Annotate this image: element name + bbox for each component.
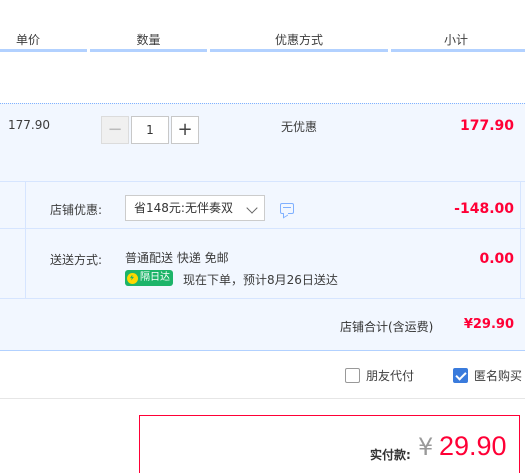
header-quantity: 数量 [90,30,207,52]
chat-bubble-icon[interactable] [280,203,294,214]
increase-quantity-button[interactable]: + [171,116,199,144]
divider [25,182,26,298]
next-day-badge-label: 隔日达 [140,272,170,283]
cart-item-row: 177.90 − 1 + 无优惠 177.90 [0,103,525,181]
divider [0,398,525,399]
divider [520,182,521,298]
shop-discount-amount: -148.00 [454,201,514,217]
decrease-quantity-button[interactable]: − [101,116,129,144]
shipping-label: 送送方式: [50,253,103,267]
header-subtotal: 小计 [391,30,525,52]
payable-label: 实付款: [370,448,411,462]
payment-summary-box: 实付款: ¥ 29.90 [139,415,520,473]
shop-total-label: 店铺合计(含运费) [340,320,434,334]
item-subtotal: 177.90 [459,118,514,134]
divider [0,228,525,229]
currency-symbol: ¥ [418,433,434,461]
shipping-amount: 0.00 [479,251,514,267]
item-promotion: 无优惠 [281,120,318,134]
lightning-icon [127,272,138,284]
cart-header: 单价 数量 优惠方式 小计 [0,30,525,52]
chevron-down-icon [246,202,258,214]
payable-amount: 29.90 [439,431,507,461]
friend-pay-option[interactable]: 朋友代付 [345,367,414,384]
friend-pay-checkbox[interactable] [345,368,360,383]
shop-discount-value: 省148元:无伴奏双 [134,201,233,215]
next-day-badge: 隔日达 [125,270,173,286]
friend-pay-label: 朋友代付 [366,369,415,383]
item-unit-price: 177.90 [8,118,50,132]
anonymous-purchase-option[interactable]: 匿名购买 [453,367,522,384]
anonymous-purchase-label: 匿名购买 [474,369,523,383]
header-unit-price: 单价 [0,30,87,52]
shop-total-value: ¥29.90 [463,317,514,332]
shipping-eta: 现在下单，预计8月26日送达 [183,273,338,287]
quantity-input[interactable]: 1 [131,116,169,144]
shop-summary: 店铺优惠: 省148元:无伴奏双 -148.00 送送方式: 普通配送 快递 免… [0,181,525,351]
anonymous-purchase-checkbox[interactable] [453,368,468,383]
shop-discount-label: 店铺优惠: [50,203,103,217]
header-promotion: 优惠方式 [210,30,388,52]
divider [0,298,525,299]
shop-discount-select[interactable]: 省148元:无伴奏双 [125,195,265,221]
quantity-stepper: − 1 + [101,116,199,144]
shipping-method: 普通配送 快递 免邮 [125,251,229,265]
